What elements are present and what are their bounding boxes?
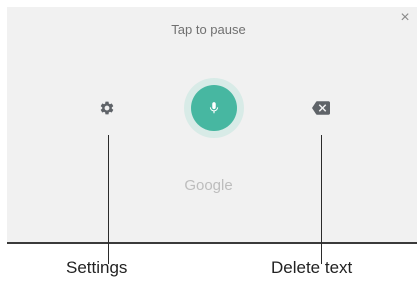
delete-callout-line <box>321 135 322 264</box>
status-text: Tap to pause <box>171 22 246 37</box>
panel-bottom-border <box>7 242 417 244</box>
microphone-button-core[interactable] <box>191 85 237 131</box>
settings-button[interactable] <box>99 100 115 116</box>
gear-icon <box>100 101 114 115</box>
settings-callout-label: Settings <box>66 258 128 277</box>
microphone-icon <box>207 99 221 117</box>
voice-input-screen: × Tap to pause Google Settings Delete te… <box>0 0 417 281</box>
delete-callout-label: Delete text <box>271 258 353 277</box>
microphone-button[interactable] <box>184 78 244 138</box>
google-logo: Google <box>184 177 233 194</box>
backspace-icon <box>312 101 330 115</box>
settings-callout-line <box>108 135 109 264</box>
delete-button[interactable] <box>312 101 330 115</box>
